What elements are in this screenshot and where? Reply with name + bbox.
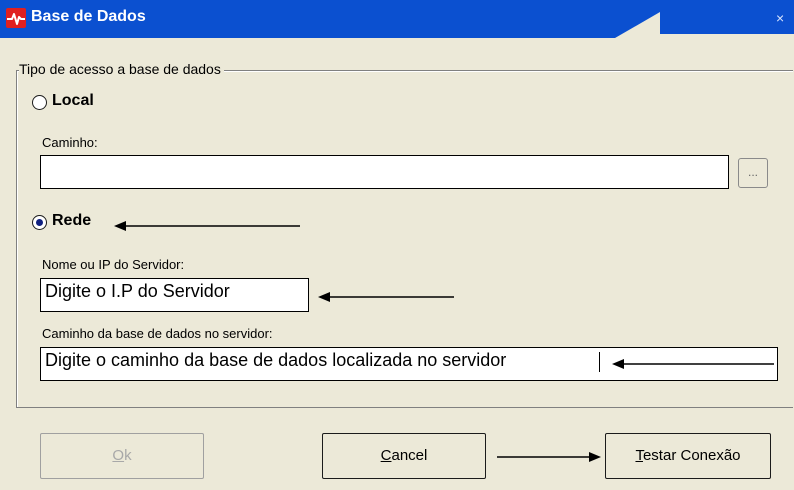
window-title: Base de Dados [31,8,146,25]
title-bar-tab [660,34,794,38]
close-icon[interactable]: × [776,10,784,26]
local-radio-label[interactable]: Local [52,92,94,110]
arrow-right-icon [497,452,601,462]
rede-radio[interactable] [32,215,47,230]
test-connection-button[interactable]: Testar Conexão [605,433,771,479]
ok-button[interactable]: Ok [40,433,204,479]
arrow-left-icon [114,221,300,231]
db-path-label: Caminho da base de dados no servidor: [42,326,273,341]
path-input[interactable] [40,155,729,189]
local-radio[interactable] [32,95,47,110]
server-label: Nome ou IP do Servidor: [42,257,185,272]
heartbeat-icon [6,8,26,28]
path-label: Caminho: [42,135,98,150]
rede-radio-dot [36,219,43,226]
title-bar-tab-slope [615,12,660,38]
cancel-button[interactable]: Cancel [322,433,486,479]
group-legend: Tipo de acesso a base de dados [19,61,224,77]
server-input[interactable]: Digite o I.P do Servidor [40,278,309,312]
text-caret [599,352,600,372]
arrow-left-icon [612,359,774,369]
title-bar: Base de Dados × [0,0,794,38]
arrow-left-icon [318,292,454,302]
browse-button[interactable]: ... [738,158,768,188]
rede-radio-label[interactable]: Rede [52,212,91,230]
